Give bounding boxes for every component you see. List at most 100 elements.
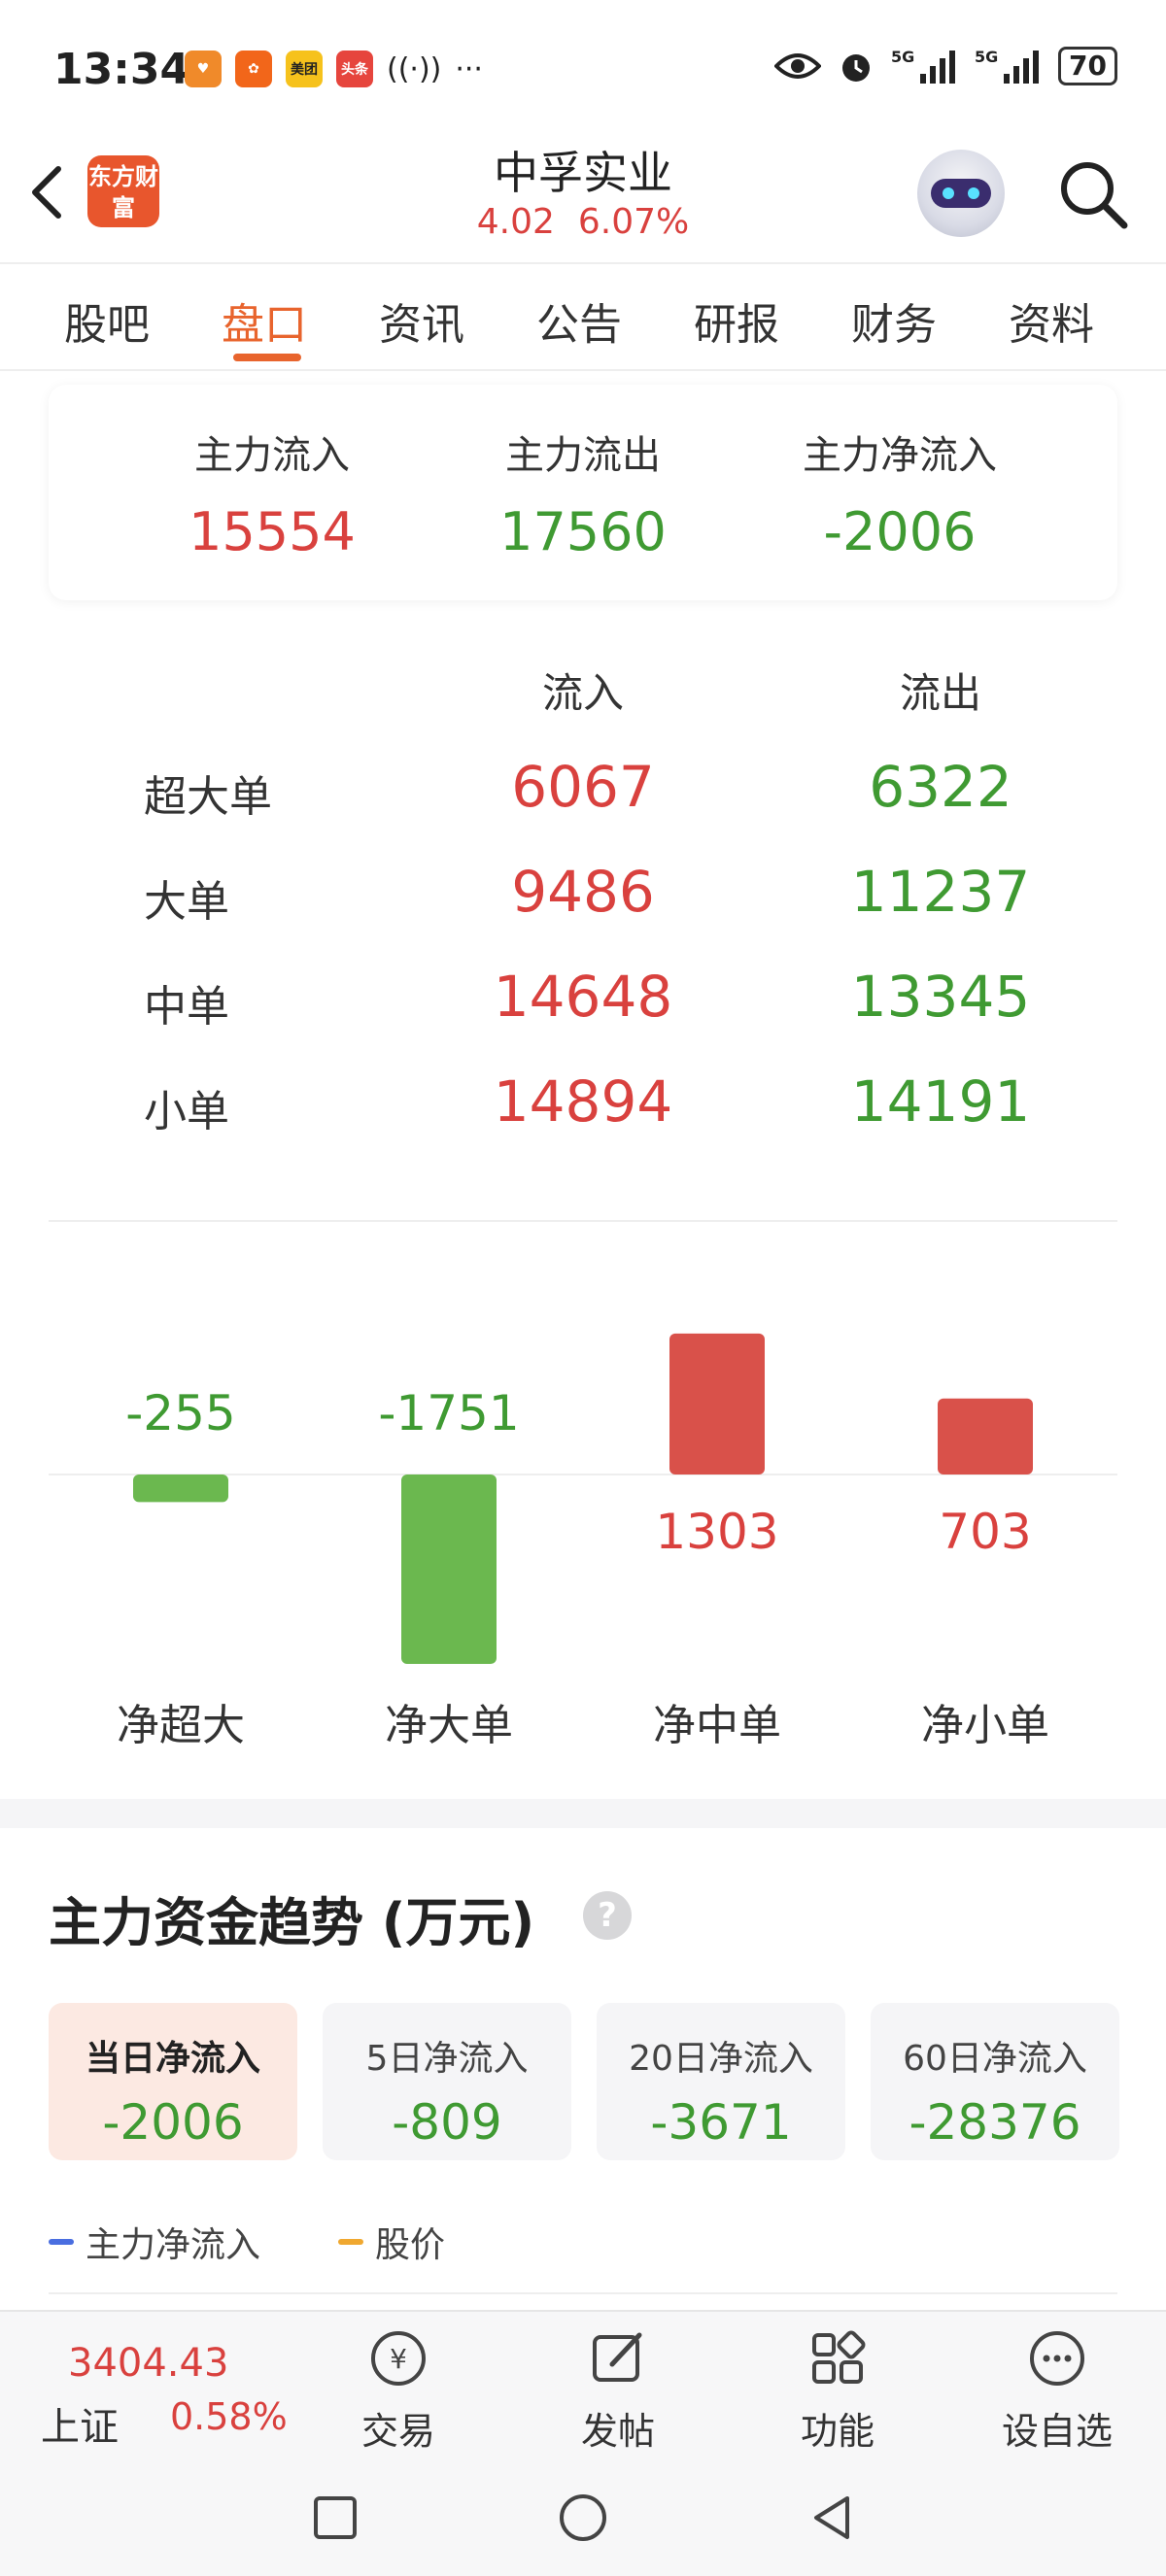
chart-bar (669, 1333, 765, 1474)
row-outflow: 14191 (850, 1068, 1031, 1135)
legend-swatch (49, 2239, 74, 2245)
robot-eye-left (943, 187, 954, 199)
table-row: 小单 14894 14191 (0, 1059, 1166, 1156)
legend-main-net-inflow: 主力净流入 (49, 2217, 260, 2267)
row-outflow: 13345 (850, 964, 1031, 1030)
tab-news[interactable]: 资讯 (379, 289, 464, 352)
chart-category-label: 净大单 (385, 1701, 513, 1750)
chart-category-label: 净超大 (117, 1701, 245, 1750)
tab-finance[interactable]: 财务 (851, 289, 937, 352)
trade-icon: ¥ (371, 2331, 426, 2386)
main-inflow-value: 15554 (189, 501, 356, 562)
index-pct: 0.58% (170, 2395, 288, 2438)
tab-active-indicator (233, 354, 301, 361)
help-icon[interactable]: ? (583, 1891, 632, 1940)
stock-header: 东方财富 中孚实业 4.02 6.07% (0, 126, 1166, 262)
hotspot-icon: ((·)) (387, 51, 442, 86)
svg-text:5G: 5G (975, 48, 998, 66)
row-name: 中单 (144, 982, 229, 1032)
table-row: 大单 9486 11237 (0, 849, 1166, 946)
status-bar: 13:34 ♥ ✿ 美团 头条 ((·)) ··· 5G 5G 70 (0, 0, 1166, 146)
system-nav-bar (0, 2456, 1166, 2576)
back-nav-icon[interactable] (805, 2491, 859, 2545)
row-name: 大单 (144, 877, 229, 927)
legend-swatch (338, 2239, 363, 2245)
apps-button[interactable]: 功能 (750, 2323, 925, 2455)
period-5day[interactable]: 5日净流入 -809 (323, 2003, 571, 2160)
robot-eye-right (968, 187, 979, 199)
notification-icons: ♥ ✿ 美团 头条 ((·)) ··· (185, 51, 483, 87)
period-value: -28376 (909, 2094, 1081, 2151)
row-outflow: 11237 (850, 859, 1031, 925)
kuaishou-app-icon: ✿ (235, 51, 272, 87)
chart-category-label: 净中单 (653, 1701, 781, 1750)
period-value: -2006 (102, 2094, 244, 2151)
post-icon (593, 2332, 642, 2382)
trade-label: 交易 (360, 2410, 435, 2453)
search-icon[interactable] (1054, 155, 1132, 233)
table-row: 超大单 6067 6322 (0, 744, 1166, 841)
more-dots-icon: ··· (455, 51, 483, 86)
period-20day[interactable]: 20日净流入 -3671 (597, 2003, 845, 2160)
taobao-app-icon: ♥ (185, 51, 222, 87)
chart-category-label: 净小单 (921, 1701, 1049, 1750)
period-label: 5日净流入 (365, 2039, 529, 2079)
tab-profile[interactable]: 资料 (1009, 289, 1094, 352)
tab-announcements[interactable]: 公告 (536, 289, 622, 352)
row-outflow: 6322 (869, 754, 1012, 820)
period-label: 20日净流入 (629, 2039, 813, 2079)
chart-data-label: -255 (125, 1385, 236, 1441)
system-icons: 5G 5G 70 (774, 47, 1117, 85)
table-row: 中单 14648 13345 (0, 954, 1166, 1051)
period-value: -3671 (650, 2094, 792, 2151)
period-today[interactable]: 当日净流入 -2006 (49, 2003, 297, 2160)
main-outflow: 主力流出 17560 (408, 424, 758, 562)
row-name: 小单 (144, 1087, 229, 1136)
trade-button[interactable]: ¥ 交易 (311, 2323, 486, 2455)
net-flow-chart-svg (49, 1333, 1117, 1664)
net-flow-chart: -255 净超大 -1751 净大单 1303 净中单 703 净小单 (0, 1263, 1166, 1768)
post-button[interactable]: 发帖 (531, 2323, 705, 2455)
stock-price: 4.02 (476, 202, 555, 242)
section-gap (0, 1799, 1166, 1828)
row-inflow: 9486 (511, 859, 655, 925)
chart-bar (938, 1398, 1033, 1474)
signal-5g-icon: 5G (891, 48, 956, 84)
period-60day[interactable]: 60日净流入 -28376 (871, 2003, 1119, 2160)
main-outflow-label: 主力流出 (505, 433, 661, 478)
bottom-toolbar: 3404.43 上证 0.58% ¥ 交易 发帖 功能 设自选 (0, 2310, 1166, 2456)
tab-guba[interactable]: 股吧 (64, 289, 150, 352)
chart-data-label: 1303 (655, 1504, 779, 1560)
recent-apps-icon[interactable] (308, 2491, 362, 2545)
row-inflow: 6067 (511, 754, 655, 820)
tab-bar: 股吧 盘口 资讯 公告 研报 财务 资料 (0, 262, 1166, 371)
legend-label: 股价 (375, 2225, 446, 2265)
svg-text:¥: ¥ (390, 2343, 407, 2375)
outflow-header: 流出 (899, 669, 981, 717)
row-inflow: 14894 (493, 1068, 673, 1135)
tab-pankou[interactable]: 盘口 (222, 289, 307, 352)
row-name: 超大单 (144, 772, 272, 822)
legend-label: 主力净流入 (86, 2225, 261, 2265)
inflow-header: 流入 (541, 669, 624, 717)
battery-icon: 70 (1058, 47, 1117, 85)
trend-title: 主力资金趋势 (万元) (49, 1892, 535, 1953)
legend-price: 股价 (338, 2217, 445, 2267)
post-label: 发帖 (580, 2410, 655, 2453)
period-label: 当日净流入 (85, 2039, 260, 2079)
signal-5g-icon-2: 5G (975, 48, 1040, 84)
add-watchlist-button[interactable]: 设自选 (970, 2323, 1145, 2455)
home-icon[interactable] (556, 2491, 610, 2545)
tab-research[interactable]: 研报 (694, 289, 779, 352)
alarm-icon (842, 54, 871, 82)
chart-bar (133, 1474, 228, 1503)
toutiao-app-icon: 头条 (336, 51, 373, 87)
robot-face (931, 179, 991, 208)
main-net-inflow-value: -2006 (823, 501, 977, 562)
main-net-inflow-label: 主力净流入 (803, 433, 997, 478)
ai-assistant-avatar[interactable] (917, 150, 1005, 237)
apps-icon (812, 2330, 866, 2384)
main-net-inflow: 主力净流入 -2006 (725, 424, 1075, 562)
more-icon (1030, 2331, 1084, 2386)
apps-label: 功能 (800, 2410, 874, 2453)
